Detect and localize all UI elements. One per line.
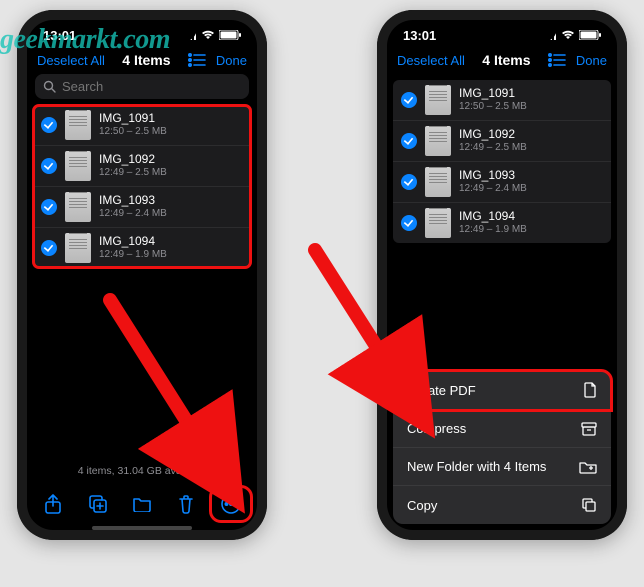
action-label: Compress: [407, 421, 466, 436]
checkmark-icon[interactable]: [41, 199, 57, 215]
action-label: New Folder with 4 Items: [407, 459, 546, 474]
status-time: 13:01: [403, 28, 436, 43]
action-label: Copy: [407, 498, 437, 513]
delete-button[interactable]: [168, 489, 204, 519]
move-button[interactable]: [124, 489, 160, 519]
archive-icon: [581, 422, 597, 436]
file-name: IMG_1091: [99, 112, 167, 126]
file-subtitle: 12:49 – 2.4 MB: [459, 183, 527, 195]
list-item[interactable]: IMG_1092 12:49 – 2.5 MB: [33, 146, 251, 187]
wifi-icon: [201, 30, 215, 40]
duplicate-button[interactable]: [80, 489, 116, 519]
search-input[interactable]: [62, 79, 241, 94]
deselect-all-button[interactable]: Deselect All: [397, 53, 465, 68]
done-button[interactable]: Done: [576, 53, 607, 68]
battery-icon: [579, 30, 601, 40]
checkmark-icon[interactable]: [401, 92, 417, 108]
file-thumbnail: [65, 192, 91, 222]
file-thumbnail: [425, 167, 451, 197]
list-item[interactable]: IMG_109212:49 – 2.5 MB: [393, 121, 611, 162]
action-new-folder[interactable]: New Folder with 4 Items: [393, 448, 611, 486]
checkmark-icon[interactable]: [401, 174, 417, 190]
action-compress[interactable]: Compress: [393, 410, 611, 448]
action-label: Create PDF: [407, 383, 476, 398]
file-name: IMG_1092: [99, 153, 167, 167]
checkmark-icon[interactable]: [401, 133, 417, 149]
file-subtitle: 12:49 – 2.5 MB: [459, 142, 527, 154]
more-button[interactable]: [213, 489, 249, 519]
file-name: IMG_1091: [459, 87, 527, 101]
list-item[interactable]: IMG_109112:50 – 2.5 MB: [393, 80, 611, 121]
checkmark-icon[interactable]: [41, 158, 57, 174]
checkmark-icon[interactable]: [401, 215, 417, 231]
share-button[interactable]: [35, 489, 71, 519]
folder-plus-icon: [579, 460, 597, 474]
action-sheet: Create PDF Compress New Folder with 4 It…: [393, 371, 611, 524]
file-subtitle: 12:49 – 2.5 MB: [99, 167, 167, 179]
nav-title: 4 Items: [482, 52, 530, 68]
file-subtitle: 12:49 – 1.9 MB: [459, 224, 527, 236]
file-list: IMG_1091 12:50 – 2.5 MB IMG_1092 12:49 –…: [33, 105, 251, 268]
search-bar[interactable]: [35, 74, 249, 99]
copy-icon: [581, 497, 597, 513]
list-item[interactable]: IMG_1094 12:49 – 1.9 MB: [33, 228, 251, 268]
file-subtitle: 12:49 – 2.4 MB: [99, 208, 167, 220]
checkmark-icon[interactable]: [41, 240, 57, 256]
done-button[interactable]: Done: [216, 53, 247, 68]
file-thumbnail: [65, 233, 91, 263]
action-copy[interactable]: Copy: [393, 486, 611, 524]
file-thumbnail: [425, 208, 451, 238]
file-thumbnail: [425, 85, 451, 115]
phone-left: 13:01 Deselect All 4 Items Done: [17, 10, 267, 540]
file-thumbnail: [425, 126, 451, 156]
file-name: IMG_1094: [459, 210, 527, 224]
list-item[interactable]: IMG_109412:49 – 1.9 MB: [393, 203, 611, 243]
checkmark-icon[interactable]: [41, 117, 57, 133]
list-item[interactable]: IMG_1093 12:49 – 2.4 MB: [33, 187, 251, 228]
action-create-pdf[interactable]: Create PDF: [393, 371, 611, 410]
document-icon: [583, 382, 597, 398]
footer-status: 4 items, 31.04 GB available: [27, 461, 257, 481]
toolbar: [27, 481, 257, 523]
notch: [447, 20, 557, 42]
file-name: IMG_1093: [99, 194, 167, 208]
watermark-text: geekmarkt.com: [0, 24, 170, 56]
file-thumbnail: [65, 110, 91, 140]
list-item[interactable]: IMG_109312:49 – 2.4 MB: [393, 162, 611, 203]
battery-icon: [219, 30, 241, 40]
list-item[interactable]: IMG_1091 12:50 – 2.5 MB: [33, 105, 251, 146]
file-list: IMG_109112:50 – 2.5 MB IMG_109212:49 – 2…: [393, 80, 611, 243]
view-list-icon[interactable]: [548, 53, 566, 67]
file-name: IMG_1094: [99, 235, 167, 249]
nav-bar: Deselect All 4 Items Done: [387, 48, 617, 74]
file-thumbnail: [65, 151, 91, 181]
file-name: IMG_1093: [459, 169, 527, 183]
wifi-icon: [561, 30, 575, 40]
file-name: IMG_1092: [459, 128, 527, 142]
file-subtitle: 12:49 – 1.9 MB: [99, 249, 167, 261]
home-indicator: [92, 526, 192, 530]
file-subtitle: 12:50 – 2.5 MB: [99, 126, 167, 138]
view-list-icon[interactable]: [188, 53, 206, 67]
file-subtitle: 12:50 – 2.5 MB: [459, 101, 527, 113]
phone-right: 13:01 Deselect All 4 Items Done IMG_1091…: [377, 10, 627, 540]
search-icon: [43, 80, 56, 93]
